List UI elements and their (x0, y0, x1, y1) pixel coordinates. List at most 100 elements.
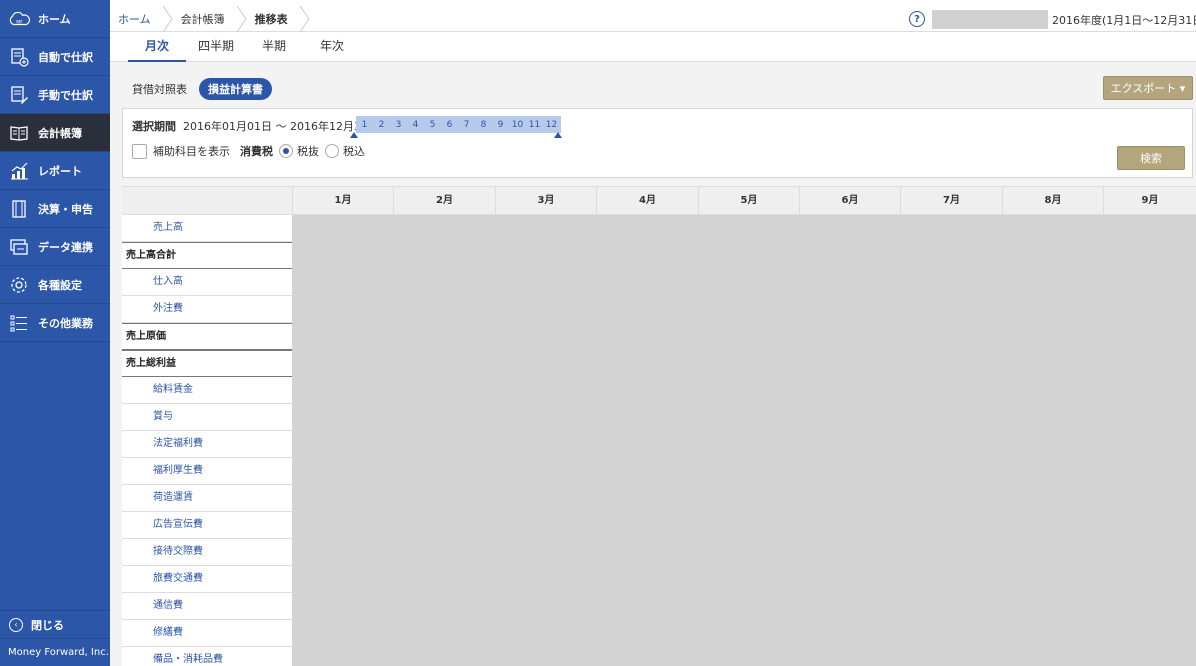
table-row[interactable]: 外注費 (122, 296, 292, 323)
sidebar: MF ホーム 自動で仕訳 手動で仕訳 会計帳簿 レポート 決算・申告 データ連携… (0, 0, 110, 666)
sidebar-item-report[interactable]: レポート (0, 152, 110, 190)
column-header: 7月 (900, 187, 1002, 215)
help-icon[interactable]: ? (909, 11, 925, 27)
tab-monthly[interactable]: 月次 (128, 32, 186, 62)
column-header: 5月 (698, 187, 799, 215)
month-tick: 8 (480, 119, 487, 130)
column-header: 4月 (596, 187, 698, 215)
sidebar-item-label: 自動で仕訳 (38, 50, 93, 64)
table-row-total: 売上原価 (122, 323, 292, 350)
balance-sheet-toggle[interactable]: 貸借対照表 (132, 81, 187, 97)
month-range-slider[interactable]: 1 2 3 4 5 6 7 8 9 10 11 12 (356, 116, 561, 133)
breadcrumb: ホーム 会計帳簿 推移表 (110, 5, 310, 32)
tax-label: 消費税 (240, 145, 273, 158)
sidebar-item-other[interactable]: その他業務 (0, 304, 110, 342)
table-row[interactable]: 給料賃金 (122, 377, 292, 404)
month-tick: 3 (395, 119, 402, 130)
column-header: 6月 (799, 187, 900, 215)
sidebar-item-settings[interactable]: 各種設定 (0, 266, 110, 304)
sidebar-item-manual-journal[interactable]: 手動で仕訳 (0, 76, 110, 114)
sidebar-close-label: 閉じる (31, 618, 64, 632)
sidebar-item-label: 決算・申告 (38, 202, 93, 216)
table-row[interactable]: 備品・消耗品費 (122, 647, 292, 666)
report-chart-icon (8, 160, 30, 182)
sidebar-item-label: 手動で仕訳 (38, 88, 93, 102)
slider-end-handle[interactable] (554, 132, 562, 138)
table-row[interactable]: 旅費交通費 (122, 566, 292, 593)
month-tick: 12 (545, 119, 558, 130)
report-type-toggle: 貸借対照表 損益計算書 (132, 78, 272, 100)
table-row[interactable]: 広告宣伝費 (122, 512, 292, 539)
sidebar-item-label: データ連携 (38, 240, 93, 254)
fiscal-period-select[interactable]: 2016年度(1月1日〜12月31日)▾ (1052, 12, 1196, 28)
sub-account-label: 補助科目を表示 (153, 145, 230, 158)
ledger-book-icon (8, 122, 30, 144)
month-tick: 9 (497, 119, 504, 130)
table-row[interactable]: 法定福利費 (122, 431, 292, 458)
sidebar-item-auto-journal[interactable]: 自動で仕訳 (0, 38, 110, 76)
table-row[interactable]: 修繕費 (122, 620, 292, 647)
table-row[interactable]: 荷造運賃 (122, 485, 292, 512)
breadcrumb-separator-icon (236, 5, 247, 32)
table-row[interactable]: 仕入高 (122, 269, 292, 296)
sidebar-item-label: 会計帳簿 (38, 126, 82, 140)
sub-account-checkbox[interactable] (132, 143, 147, 159)
filter-panel: 選択期間 2016年01月01日 〜 2016年12月31日 1 2 3 4 5… (122, 108, 1193, 178)
filter-options: 補助科目を表示 消費税 税抜 税込 (132, 143, 365, 159)
settlement-icon (8, 198, 30, 220)
column-header: 2月 (393, 187, 495, 215)
sidebar-item-label: その他業務 (38, 316, 93, 330)
sidebar-item-home[interactable]: MF ホーム (0, 0, 110, 38)
auto-journal-icon (8, 46, 30, 68)
breadcrumb-current: 推移表 (254, 12, 288, 26)
tab-half-year[interactable]: 半期 (254, 32, 294, 62)
sidebar-home-label: ホーム (38, 12, 71, 26)
table-row-total: 売上総利益 (122, 350, 292, 377)
column-header: 8月 (1002, 187, 1103, 215)
chevron-left-icon: ‹ (9, 617, 23, 632)
sidebar-item-data-link[interactable]: データ連携 (0, 228, 110, 266)
user-name-box[interactable] (932, 10, 1048, 29)
month-tick: 4 (412, 119, 419, 130)
list-icon (8, 312, 30, 334)
data-link-icon (8, 236, 30, 258)
profit-loss-toggle[interactable]: 損益計算書 (199, 78, 272, 100)
month-tick: 1 (361, 119, 368, 130)
month-tick: 6 (446, 119, 453, 130)
slider-start-handle[interactable] (350, 132, 358, 138)
tax-included-radio[interactable] (325, 144, 339, 158)
breadcrumb-ledger[interactable]: 会計帳簿 (173, 11, 237, 27)
table-row[interactable]: 接待交際費 (122, 539, 292, 566)
column-header: 1月 (292, 187, 393, 215)
tab-yearly[interactable]: 年次 (312, 32, 352, 62)
table-row[interactable]: 売上高 (122, 215, 292, 242)
breadcrumb-separator-icon (162, 5, 173, 32)
tax-included-label: 税込 (343, 145, 365, 158)
tab-quarterly[interactable]: 四半期 (192, 32, 240, 62)
month-tick: 2 (378, 119, 385, 130)
data-grid-loading (292, 215, 1196, 666)
gear-icon (8, 274, 30, 296)
account-rows: 売上高 売上高合計 仕入高 外注費 売上原価 売上総利益 給料賃金 賞与 法定福… (122, 215, 292, 666)
sidebar-item-settlement[interactable]: 決算・申告 (0, 190, 110, 228)
sidebar-close-button[interactable]: ‹ 閉じる (0, 610, 110, 638)
export-button[interactable]: エクスポート ▾ (1103, 76, 1193, 100)
tax-excluded-label: 税抜 (297, 145, 319, 158)
table-header: 1月 2月 3月 4月 5月 6月 7月 8月 9月 (122, 186, 1196, 215)
radio-selected-icon (283, 148, 289, 154)
cloud-logo-icon: MF (8, 8, 30, 30)
svg-text:MF: MF (16, 19, 23, 25)
transition-table: 1月 2月 3月 4月 5月 6月 7月 8月 9月 売上高 売上高合計 仕入高… (122, 186, 1196, 666)
sidebar-item-ledger[interactable]: 会計帳簿 (0, 114, 110, 152)
breadcrumb-separator-icon (299, 5, 310, 32)
table-row[interactable]: 通信費 (122, 593, 292, 620)
sidebar-item-label: レポート (38, 164, 82, 178)
month-tick: 10 (511, 119, 524, 130)
breadcrumb-home[interactable]: ホーム (110, 11, 163, 27)
table-row-total: 売上高合計 (122, 242, 292, 269)
table-row[interactable]: 賞与 (122, 404, 292, 431)
tax-excluded-radio[interactable] (279, 144, 293, 158)
main-content: 貸借対照表 損益計算書 エクスポート ▾ 選択期間 2016年01月01日 〜 … (110, 62, 1196, 666)
table-row[interactable]: 福利厚生費 (122, 458, 292, 485)
search-button[interactable]: 検索 (1117, 146, 1185, 170)
